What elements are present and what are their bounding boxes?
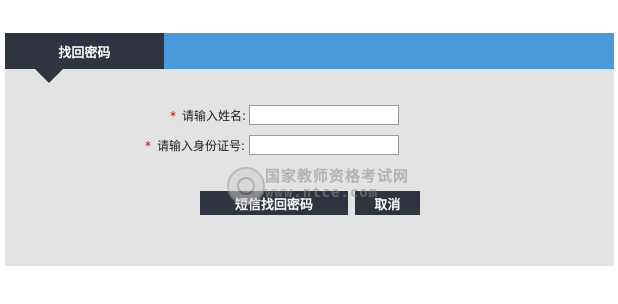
watermark-url: www.ntce.com <box>265 185 379 201</box>
seal-icon <box>227 167 265 205</box>
required-marker: * <box>170 109 176 123</box>
id-number-input[interactable] <box>249 135 399 155</box>
name-label: 请输入姓名: <box>182 109 247 123</box>
tab-pointer-arrow <box>35 69 63 83</box>
watermark-logo: 国家教师资格考试网 www.ntce.com <box>227 163 412 209</box>
password-recovery-panel: 找回密码 * 请输入姓名: * 请输入身份证号: 短信找回密码 取消 国家教师资格考… <box>5 33 614 266</box>
name-label-row: * 请输入姓名: <box>170 108 246 124</box>
id-label-row: * 请输入身份证号: <box>145 138 245 154</box>
id-number-label: 请输入身份证号: <box>157 139 246 153</box>
tab-find-password[interactable]: 找回密码 <box>5 33 164 69</box>
name-input[interactable] <box>249 105 399 125</box>
watermark-title: 国家教师资格考试网 <box>265 167 410 185</box>
required-marker: * <box>145 139 151 153</box>
